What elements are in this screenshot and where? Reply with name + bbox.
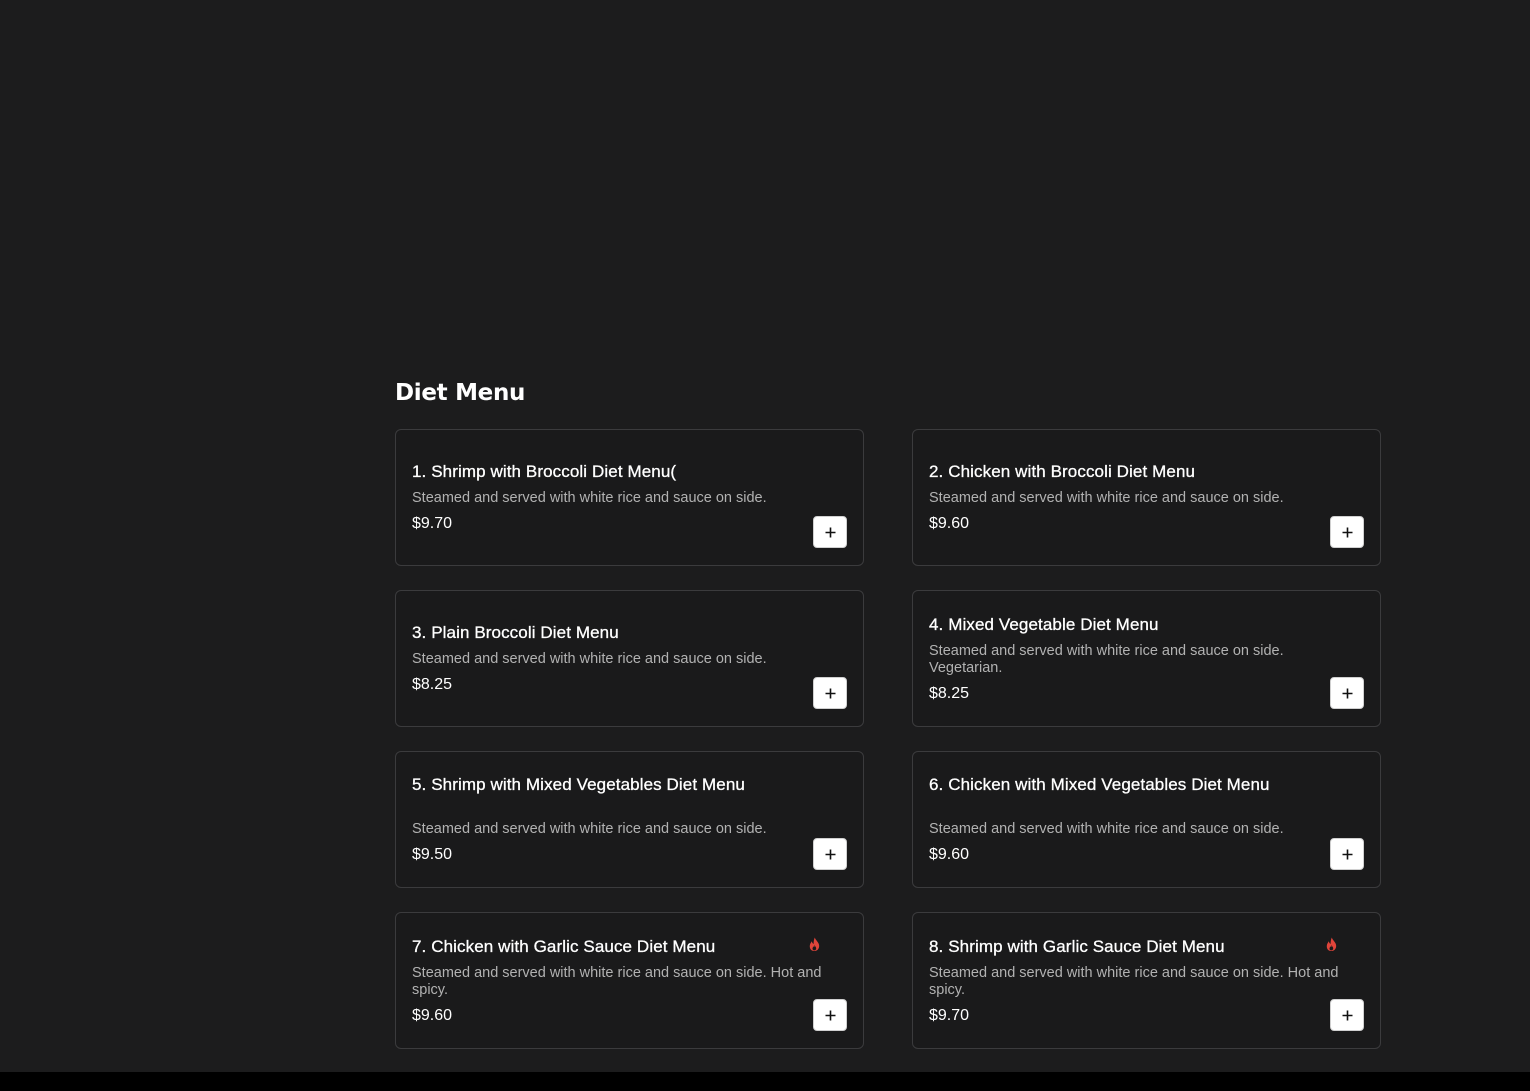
- menu-item-description: Steamed and served with white rice and s…: [412, 651, 767, 667]
- add-to-cart-button[interactable]: [1330, 677, 1364, 709]
- menu-item-price: $8.25: [412, 676, 453, 693]
- menu-item-price: $9.70: [929, 1006, 970, 1024]
- menu-item-description: Steamed and served with white rice and s…: [929, 490, 1284, 506]
- menu-item-card[interactable]: 2. Chicken with Broccoli Diet Menu Steam…: [912, 429, 1381, 566]
- menu-item-name: 2. Chicken with Broccoli Diet Menu: [929, 462, 1196, 481]
- menu-item-header: 1. Shrimp with Broccoli Diet Menu(: [412, 462, 847, 482]
- menu-item-header: 2. Chicken with Broccoli Diet Menu: [929, 462, 1364, 482]
- menu-item-description: Steamed and served with white rice and s…: [412, 821, 767, 837]
- menu-item-description: Steamed and served with white rice and s…: [412, 964, 822, 998]
- menu-item-name: 6. Chicken with Mixed Vegetables Diet Me…: [929, 775, 1270, 794]
- plus-icon: [825, 849, 835, 859]
- menu-item-header: 3. Plain Broccoli Diet Menu: [412, 623, 847, 643]
- plus-icon: [1342, 1010, 1352, 1020]
- flame-icon: [1326, 937, 1337, 951]
- plus-icon: [825, 1010, 835, 1020]
- menu-item-card[interactable]: 3. Plain Broccoli Diet Menu Steamed and …: [395, 590, 864, 727]
- flame-icon: [809, 937, 820, 951]
- menu-item-card[interactable]: 1. Shrimp with Broccoli Diet Menu( Steam…: [395, 429, 864, 566]
- menu-item-card[interactable]: 6. Chicken with Mixed Vegetables Diet Me…: [912, 751, 1381, 888]
- footer-bar: [0, 1072, 1530, 1091]
- menu-item-price: $9.70: [412, 515, 453, 532]
- add-to-cart-button[interactable]: [1330, 516, 1364, 548]
- add-to-cart-button[interactable]: [813, 677, 847, 709]
- menu-item-name: 5. Shrimp with Mixed Vegetables Diet Men…: [412, 775, 745, 794]
- menu-grid: 1. Shrimp with Broccoli Diet Menu( Steam…: [395, 429, 1381, 1049]
- menu-item-header: 4. Mixed Vegetable Diet Menu: [929, 614, 1364, 635]
- menu-item-price: $9.60: [929, 846, 970, 863]
- menu-item-description: Steamed and served with white rice and s…: [412, 490, 767, 506]
- menu-item-price: $9.60: [929, 515, 970, 532]
- menu-item-name: 8. Shrimp with Garlic Sauce Diet Menu: [929, 936, 1225, 956]
- plus-icon: [1342, 849, 1352, 859]
- menu-item-header: 8. Shrimp with Garlic Sauce Diet Menu: [929, 936, 1364, 957]
- plus-icon: [825, 688, 835, 698]
- plus-icon: [1342, 688, 1352, 698]
- menu-item-card[interactable]: 7. Chicken with Garlic Sauce Diet Menu S…: [395, 912, 864, 1049]
- menu-item-name: 1. Shrimp with Broccoli Diet Menu(: [412, 462, 677, 481]
- add-to-cart-button[interactable]: [813, 999, 847, 1031]
- menu-item-description: Steamed and served with white rice and s…: [929, 642, 1284, 676]
- add-to-cart-button[interactable]: [1330, 999, 1364, 1031]
- menu-item-price: $9.50: [412, 846, 453, 863]
- menu-item-name: 4. Mixed Vegetable Diet Menu: [929, 614, 1159, 634]
- add-to-cart-button[interactable]: [813, 516, 847, 548]
- menu-item-price: $9.60: [412, 1006, 453, 1024]
- menu-item-name: 7. Chicken with Garlic Sauce Diet Menu: [412, 936, 716, 956]
- section-title: Diet Menu: [395, 380, 526, 406]
- menu-item-card[interactable]: 8. Shrimp with Garlic Sauce Diet Menu St…: [912, 912, 1381, 1049]
- menu-item-description: Steamed and served with white rice and s…: [929, 964, 1339, 998]
- menu-item-header: 5. Shrimp with Mixed Vegetables Diet Men…: [412, 775, 847, 795]
- menu-item-header: 7. Chicken with Garlic Sauce Diet Menu: [412, 936, 847, 957]
- menu-item-card[interactable]: 4. Mixed Vegetable Diet Menu Steamed and…: [912, 590, 1381, 727]
- plus-icon: [1342, 527, 1352, 537]
- menu-item-header: 6. Chicken with Mixed Vegetables Diet Me…: [929, 775, 1364, 795]
- menu-page: Diet Menu 1. Shrimp with Broccoli Diet M…: [0, 0, 1530, 1091]
- menu-item-card[interactable]: 5. Shrimp with Mixed Vegetables Diet Men…: [395, 751, 864, 888]
- plus-icon: [825, 527, 835, 537]
- add-to-cart-button[interactable]: [1330, 838, 1364, 870]
- menu-item-name: 3. Plain Broccoli Diet Menu: [412, 623, 619, 642]
- menu-item-price: $8.25: [929, 684, 970, 702]
- menu-item-description: Steamed and served with white rice and s…: [929, 821, 1284, 837]
- add-to-cart-button[interactable]: [813, 838, 847, 870]
